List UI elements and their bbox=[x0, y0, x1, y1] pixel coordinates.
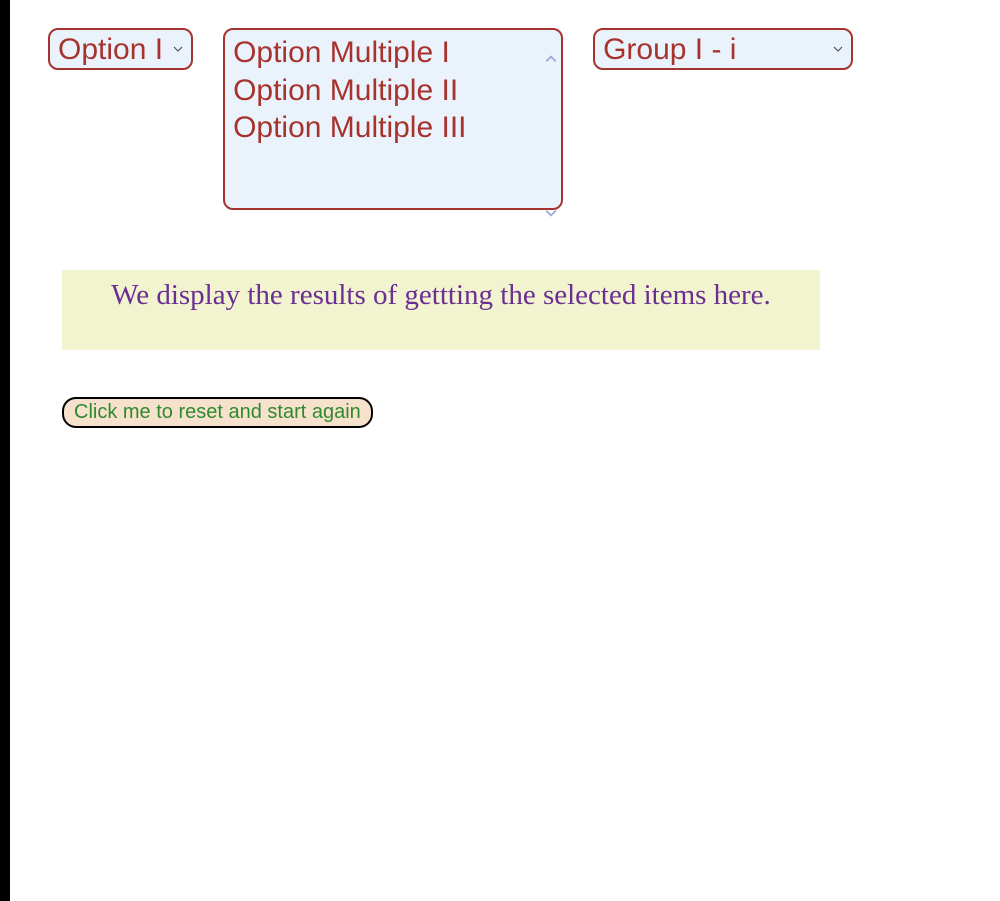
chevron-down-icon bbox=[173, 44, 183, 54]
multi-option[interactable]: Option Multiple II bbox=[233, 72, 541, 110]
multi-option[interactable]: Option Multiple I bbox=[233, 34, 541, 72]
select-single-option[interactable]: Option I bbox=[48, 28, 193, 70]
reset-button[interactable]: Click me to reset and start again bbox=[62, 397, 373, 428]
left-black-strip bbox=[0, 0, 10, 901]
select-group-option[interactable]: Group I - i bbox=[593, 28, 853, 70]
results-display: We display the results of gettting the s… bbox=[62, 270, 820, 350]
multi-option[interactable]: Option Multiple III bbox=[233, 109, 541, 147]
scroll-down-icon[interactable] bbox=[545, 190, 557, 202]
selects-row: Option I Option Multiple I Option Multip… bbox=[48, 28, 853, 210]
select-group-value: Group I - i bbox=[603, 30, 736, 69]
scroll-up-icon[interactable] bbox=[545, 36, 557, 48]
select-single-value: Option I bbox=[58, 30, 163, 69]
select-multiple-options[interactable]: Option Multiple I Option Multiple II Opt… bbox=[223, 28, 563, 210]
chevron-down-icon bbox=[833, 44, 843, 54]
